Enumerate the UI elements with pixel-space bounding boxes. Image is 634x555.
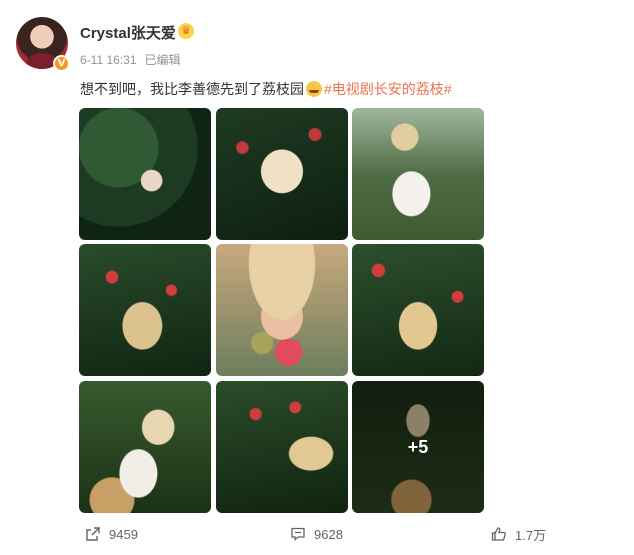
photo-1[interactable] [79, 108, 211, 240]
comment-button[interactable]: 9628 [290, 520, 343, 548]
share-button[interactable]: 9459 [85, 520, 138, 548]
photo-7[interactable] [79, 381, 211, 513]
edited-label[interactable]: 已编辑 [145, 53, 181, 67]
post-meta: 6-11 16:31 已编辑 [80, 51, 181, 68]
photo-6[interactable] [352, 244, 484, 376]
photo-2[interactable] [216, 108, 348, 240]
more-photos-overlay[interactable]: +5 [352, 381, 484, 513]
comment-icon [291, 527, 305, 541]
photo-5[interactable] [216, 244, 348, 376]
share-count: 9459 [109, 526, 138, 542]
action-bar: 9459 9628 1.7万 [0, 520, 634, 548]
author-name[interactable]: Crystal张天爱 [80, 22, 176, 43]
verified-v-icon: V [53, 55, 70, 72]
photo-4[interactable] [79, 244, 211, 376]
post-text: 想不到吧，我比李善德先到了荔枝园 #电视剧长安的荔枝# [80, 79, 452, 99]
hashtag-link[interactable]: #电视剧长安的荔枝# [324, 81, 452, 97]
photo-3[interactable] [352, 108, 484, 240]
like-button[interactable]: 1.7万 [491, 520, 546, 548]
post-body: 想不到吧，我比李善德先到了荔枝园 [80, 81, 304, 97]
like-count: 1.7万 [515, 527, 547, 543]
thumbs-up-icon [491, 527, 506, 541]
smirk-emoji-icon [306, 81, 322, 97]
photo-9[interactable]: +5 [352, 381, 484, 513]
vip-crown-icon[interactable]: ♛ [178, 23, 194, 39]
photo-8[interactable] [216, 381, 348, 513]
comment-count: 9628 [314, 526, 343, 542]
post-time[interactable]: 6-11 16:31 [80, 53, 137, 67]
share-icon [86, 527, 100, 541]
